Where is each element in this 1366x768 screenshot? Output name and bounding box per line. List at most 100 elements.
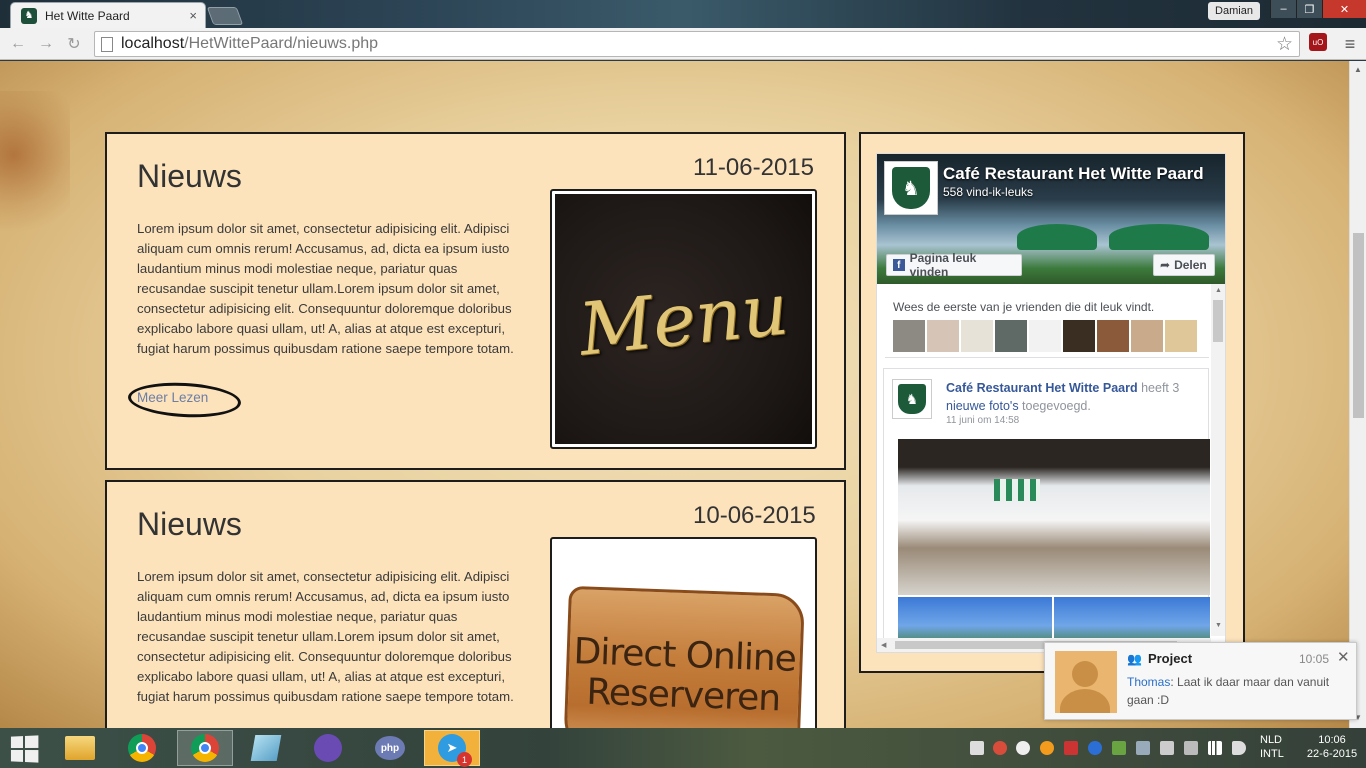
fan-avatar[interactable] xyxy=(995,320,1027,352)
folder-icon xyxy=(65,736,95,760)
share-arrow-icon: ➦ xyxy=(1160,258,1171,272)
news-title: Nieuws xyxy=(137,158,242,194)
clock-date: 22-6-2015 xyxy=(1306,748,1358,760)
tray-avast-icon[interactable] xyxy=(1040,741,1054,755)
fan-avatar[interactable] xyxy=(1165,320,1197,352)
fan-avatar[interactable] xyxy=(893,320,925,352)
background-ornament xyxy=(0,91,70,251)
chat-notification-toast[interactable]: 👥 Project 10:05 ✕ Thomas: Laat ik daar m… xyxy=(1044,642,1357,720)
browser-menu-icon[interactable]: ≡ xyxy=(1341,34,1359,54)
tray-clock[interactable]: 10:06 22-6-2015 xyxy=(1304,733,1360,761)
menu-image-art: Menu xyxy=(555,194,812,444)
fan-avatar[interactable] xyxy=(1029,320,1061,352)
close-window-button[interactable]: ✕ xyxy=(1322,0,1366,18)
facebook-page-name[interactable]: Café Restaurant Het Witte Paard xyxy=(943,164,1221,184)
address-bar[interactable]: localhost/HetWittePaard/nieuws.php ☆ xyxy=(94,31,1300,57)
tray-language[interactable]: NLD INTL xyxy=(1260,733,1284,761)
news-image: Direct Online Reserveren xyxy=(550,537,817,728)
browser-tab[interactable]: ♞ Het Witte Paard × xyxy=(10,2,206,28)
taskbar-github[interactable] xyxy=(300,730,356,766)
fan-avatar[interactable] xyxy=(1063,320,1095,352)
taskbar-file-explorer[interactable] xyxy=(52,730,108,766)
tray-display-icon[interactable] xyxy=(1136,741,1150,755)
fan-avatar[interactable] xyxy=(1131,320,1163,352)
tray-notification-icon[interactable] xyxy=(993,741,1007,755)
news-date: 10-06-2015 xyxy=(693,502,816,529)
taskbar-notes[interactable] xyxy=(238,730,294,766)
telegram-icon: ➤ 1 xyxy=(438,734,472,767)
taskbar-telegram[interactable]: ➤ 1 xyxy=(424,730,480,767)
notes-app-icon xyxy=(250,735,282,761)
tray-cloud-icon[interactable] xyxy=(1016,741,1030,755)
profile-button[interactable]: Damian xyxy=(1208,2,1260,20)
chrome-icon xyxy=(128,734,156,762)
bookmark-star-icon[interactable]: ☆ xyxy=(1276,33,1293,56)
facebook-cover-photo[interactable]: ♞ Café Restaurant Het Witte Paard 558 vi… xyxy=(877,154,1225,284)
scrollbar-thumb[interactable] xyxy=(1213,300,1223,342)
scroll-up-arrow-icon[interactable]: ▲ xyxy=(1354,65,1362,74)
taskbar-phpstorm[interactable]: php xyxy=(362,730,418,766)
tray-flag-icon[interactable] xyxy=(1160,741,1174,755)
tab-close-icon[interactable]: × xyxy=(189,8,197,23)
maximize-button[interactable]: ❐ xyxy=(1296,0,1322,18)
tray-nvidia-icon[interactable] xyxy=(1112,741,1126,755)
facebook-friends-box: Wees de eerste van je vrienden die dit l… xyxy=(885,284,1209,358)
share-button-label: Delen xyxy=(1174,258,1207,272)
wooden-sign: Direct Online Reserveren xyxy=(562,585,805,728)
windows-taskbar: php ➤ 1 NLD INTL 10:06 22-6-2015 xyxy=(0,728,1366,768)
scroll-up-arrow-icon[interactable]: ▲ xyxy=(1215,287,1222,294)
facebook-post: ♞ Café Restaurant Het Witte Paard heeft … xyxy=(883,368,1210,649)
reload-icon[interactable]: ↻ xyxy=(64,34,84,54)
minimize-button[interactable]: – xyxy=(1270,0,1296,18)
new-photos-link[interactable]: nieuwe foto's xyxy=(946,399,1019,413)
tray-battery-icon[interactable] xyxy=(1184,741,1198,755)
taskbar-chrome-active[interactable] xyxy=(177,730,233,766)
news-image: Menu xyxy=(550,189,817,449)
page-scrollbar-thumb[interactable] xyxy=(1353,233,1364,418)
fan-avatar[interactable] xyxy=(1097,320,1129,352)
url-host: localhost xyxy=(121,35,185,52)
page-viewport: Nieuws 11-06-2015 Lorem ipsum dolor sit … xyxy=(0,61,1349,728)
facebook-like-button[interactable]: f Pagina leuk vinden xyxy=(886,251,1022,279)
read-more-link[interactable]: Meer Lezen xyxy=(137,390,208,405)
tray-volume-icon[interactable] xyxy=(1232,741,1246,755)
url-path: /HetWittePaard/nieuws.php xyxy=(184,35,379,52)
forward-icon[interactable]: → xyxy=(36,34,56,54)
toast-title: Project xyxy=(1147,651,1193,666)
group-icon: 👥 xyxy=(1127,651,1142,666)
news-card: Nieuws 11-06-2015 Lorem ipsum dolor sit … xyxy=(105,132,846,470)
toast-message: Thomas: Laat ik daar maar dan vanuit gaa… xyxy=(1127,673,1337,709)
fan-avatar[interactable] xyxy=(927,320,959,352)
scroll-down-arrow-icon[interactable]: ▼ xyxy=(1215,622,1222,629)
facebook-vertical-scrollbar[interactable]: ▲ ▼ xyxy=(1211,284,1225,636)
facebook-share-button[interactable]: ➦ Delen xyxy=(1153,254,1215,276)
group-avatar-icon xyxy=(1055,651,1117,713)
toast-close-icon[interactable]: ✕ xyxy=(1337,648,1350,666)
browser-toolbar: ← → ↻ localhost/HetWittePaard/nieuws.php… xyxy=(0,28,1366,60)
facebook-f-icon: f xyxy=(893,259,905,271)
tray-bluetooth-icon[interactable] xyxy=(1088,741,1102,755)
github-cat-icon xyxy=(314,734,342,762)
back-icon[interactable]: ← xyxy=(8,34,28,54)
windows-start-icon[interactable] xyxy=(10,735,39,763)
php-icon: php xyxy=(375,736,405,760)
tray-signal-icon[interactable] xyxy=(1208,741,1222,755)
fan-avatar[interactable] xyxy=(961,320,993,352)
new-tab-button[interactable] xyxy=(206,7,244,25)
tray-app-icon[interactable] xyxy=(1064,741,1078,755)
facebook-page-logo[interactable]: ♞ xyxy=(884,161,938,215)
post-header: Café Restaurant Het Witte Paard heeft 3 … xyxy=(946,379,1208,415)
ublock-extension-icon[interactable]: uO xyxy=(1309,33,1327,51)
news-date: 11-06-2015 xyxy=(693,154,814,181)
tray-grid-icon[interactable] xyxy=(970,741,984,755)
taskbar-chrome[interactable] xyxy=(114,730,170,766)
post-timestamp[interactable]: 11 juni om 14:58 xyxy=(946,415,1019,426)
news-text: Lorem ipsum dolor sit amet, consectetur … xyxy=(137,569,514,704)
post-author-logo[interactable]: ♞ xyxy=(892,379,932,419)
keyboard-layout: INTL xyxy=(1260,748,1284,760)
post-page-link[interactable]: Café Restaurant Het Witte Paard xyxy=(946,381,1138,395)
post-photo-terrace[interactable] xyxy=(898,439,1210,595)
scroll-left-arrow-icon[interactable]: ◀ xyxy=(881,641,886,649)
friends-text: Wees de eerste van je vrienden die dit l… xyxy=(893,300,1155,314)
page-scrollbar[interactable]: ▲ ▼ xyxy=(1349,61,1366,728)
